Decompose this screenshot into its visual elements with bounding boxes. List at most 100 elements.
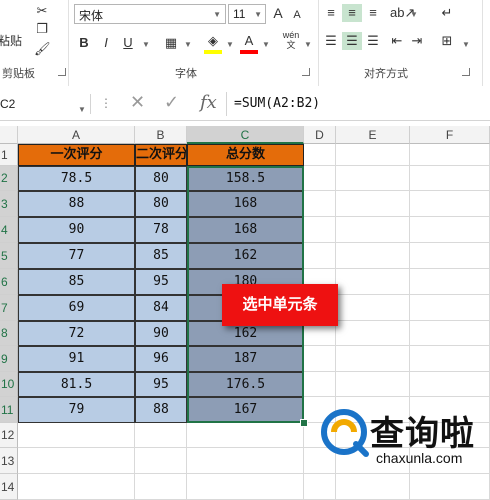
column-header-b[interactable]: B <box>135 126 187 144</box>
align-middle-icon[interactable]: ≡ <box>342 4 362 22</box>
sum-cell[interactable]: 158.5 <box>187 166 304 191</box>
empty-cell[interactable] <box>336 144 410 166</box>
empty-cell[interactable] <box>410 217 490 243</box>
increase-font-size-button[interactable]: A <box>270 4 286 22</box>
chevron-down-icon[interactable]: ▼ <box>142 40 150 49</box>
chevron-down-icon[interactable]: ▼ <box>304 40 312 49</box>
row-header-2[interactable]: 2 <box>0 166 18 191</box>
sum-cell[interactable]: 187 <box>187 346 304 372</box>
data-cell[interactable]: 80 <box>135 166 187 191</box>
data-cell[interactable]: 80 <box>135 191 187 217</box>
row-header-5[interactable]: 5 <box>0 243 18 269</box>
align-right-icon[interactable]: ☰ <box>364 32 382 50</box>
data-cell[interactable]: 88 <box>135 397 187 423</box>
empty-cell[interactable] <box>304 346 336 372</box>
empty-cell[interactable] <box>410 191 490 217</box>
empty-cell[interactable] <box>336 217 410 243</box>
row-header-8[interactable]: 8 <box>0 321 18 346</box>
data-cell[interactable]: 96 <box>135 346 187 372</box>
chevron-down-icon[interactable]: ▼ <box>262 40 270 49</box>
empty-cell[interactable] <box>410 243 490 269</box>
empty-cell[interactable] <box>135 448 187 474</box>
row-header-7[interactable]: 7 <box>0 295 18 321</box>
chevron-down-icon[interactable]: ▼ <box>78 100 86 120</box>
decrease-font-size-button[interactable]: A <box>290 6 304 24</box>
row-header-12[interactable]: 12 <box>0 423 18 448</box>
fill-handle[interactable] <box>300 419 308 427</box>
data-cell[interactable]: 77 <box>18 243 135 269</box>
font-launcher-icon[interactable] <box>302 68 310 76</box>
empty-cell[interactable] <box>410 474 490 500</box>
empty-cell[interactable] <box>336 243 410 269</box>
row-header-11[interactable]: 11 <box>0 397 18 423</box>
data-cell[interactable]: 78 <box>135 217 187 243</box>
cut-icon[interactable]: ✂ <box>34 2 50 20</box>
empty-cell[interactable] <box>304 474 336 500</box>
alignment-launcher-icon[interactable] <box>462 68 470 76</box>
insert-function-icon[interactable]: fx <box>200 92 217 113</box>
sum-cell[interactable]: 176.5 <box>187 372 304 397</box>
align-bottom-icon[interactable]: ≡ <box>364 4 382 22</box>
orientation-icon[interactable]: ab↗ <box>390 4 415 22</box>
empty-cell[interactable] <box>410 372 490 397</box>
sum-cell[interactable]: 167 <box>187 397 304 423</box>
chevron-down-icon[interactable]: ▼ <box>184 40 192 49</box>
empty-cell[interactable] <box>18 474 135 500</box>
clipboard-launcher-icon[interactable] <box>58 68 66 76</box>
empty-cell[interactable] <box>336 372 410 397</box>
empty-cell[interactable] <box>304 144 336 166</box>
row-header-3[interactable]: 3 <box>0 191 18 217</box>
empty-cell[interactable] <box>135 423 187 448</box>
empty-cell[interactable] <box>135 474 187 500</box>
empty-cell[interactable] <box>18 448 135 474</box>
data-cell[interactable]: 85 <box>18 269 135 295</box>
cancel-icon[interactable]: ✕ <box>130 92 145 113</box>
empty-cell[interactable] <box>410 144 490 166</box>
sum-cell[interactable]: 168 <box>187 217 304 243</box>
format-painter-icon[interactable]: 🖌 <box>34 40 51 58</box>
column-header-e[interactable]: E <box>336 126 410 144</box>
empty-cell[interactable] <box>304 217 336 243</box>
empty-cell[interactable] <box>336 191 410 217</box>
merge-center-icon[interactable]: ⊞ <box>438 32 456 50</box>
empty-cell[interactable] <box>187 423 304 448</box>
empty-cell[interactable] <box>304 191 336 217</box>
font-color-button[interactable]: A <box>240 32 258 54</box>
chevron-down-icon[interactable]: ▼ <box>410 10 418 19</box>
empty-cell[interactable] <box>304 243 336 269</box>
border-icon[interactable]: ▦ <box>162 34 180 52</box>
wrap-text-icon[interactable]: ↵ <box>438 4 456 22</box>
empty-cell[interactable] <box>410 269 490 295</box>
chevron-down-icon[interactable]: ▼ <box>226 40 234 49</box>
empty-cell[interactable] <box>187 448 304 474</box>
column-header-c[interactable]: C <box>187 126 304 144</box>
name-box[interactable]: C2 ▼ <box>0 94 91 114</box>
header-cell[interactable]: 一次评分 <box>18 144 135 166</box>
fill-color-icon[interactable]: ◈ <box>204 32 222 54</box>
empty-cell[interactable] <box>18 423 135 448</box>
empty-cell[interactable] <box>336 321 410 346</box>
data-cell[interactable]: 90 <box>135 321 187 346</box>
empty-cell[interactable] <box>336 474 410 500</box>
chevron-down-icon[interactable]: ▼ <box>462 40 470 49</box>
row-header-6[interactable]: 6 <box>0 269 18 295</box>
italic-button[interactable]: I <box>98 34 114 52</box>
empty-cell[interactable] <box>187 474 304 500</box>
header-cell[interactable]: 二次评分 <box>135 144 187 166</box>
bold-button[interactable]: B <box>76 34 92 52</box>
row-header-4[interactable]: 4 <box>0 217 18 243</box>
empty-cell[interactable] <box>336 346 410 372</box>
paste-button[interactable]: 粘贴 <box>0 22 30 52</box>
data-cell[interactable]: 90 <box>18 217 135 243</box>
empty-cell[interactable] <box>410 295 490 321</box>
data-cell[interactable]: 79 <box>18 397 135 423</box>
phonetic-button[interactable]: wén 文 <box>280 30 302 50</box>
enter-icon[interactable]: ✓ <box>164 92 179 113</box>
sum-cell[interactable]: 168 <box>187 191 304 217</box>
row-header-1[interactable]: 1 <box>0 144 18 166</box>
empty-cell[interactable] <box>410 346 490 372</box>
header-cell[interactable]: 总分数 <box>187 144 304 166</box>
empty-cell[interactable] <box>410 166 490 191</box>
decrease-indent-icon[interactable]: ⇤ <box>388 32 406 50</box>
align-left-icon[interactable]: ☰ <box>322 32 340 50</box>
